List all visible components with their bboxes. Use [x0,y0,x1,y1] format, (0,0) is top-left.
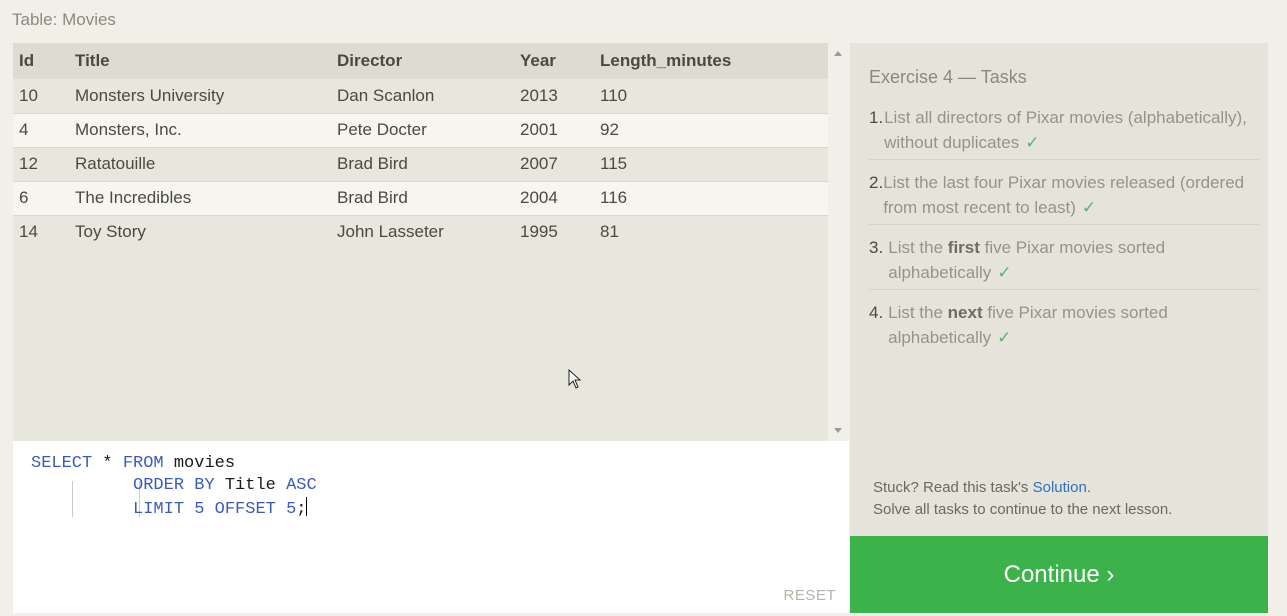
table-row: 14 Toy Story John Lasseter 1995 81 [13,215,828,249]
solve-all-text: Solve all tasks to continue to the next … [873,501,1173,518]
cell-id: 12 [19,154,38,173]
tasks-panel: Exercise 4 — Tasks 1. List all directors… [850,43,1268,536]
cell-id: 14 [19,222,38,242]
text-caret [306,497,308,516]
cell-id: 6 [19,188,29,207]
task-item: 4. List the next five Pixar movies sorte… [869,298,1259,354]
code-line-3: LIMIT 5 OFFSET 5; [31,497,317,521]
scroll-up-arrow-icon[interactable] [834,51,842,56]
cell-title: Monsters University [75,85,225,105]
results-panel: Id Title Director Year Length_minutes 10… [13,43,828,441]
solution-link[interactable]: Solution [1033,479,1087,496]
column-header-length: Length_minutes [600,51,732,70]
cell-length: 92 [600,120,619,139]
task-number: 2. [869,173,884,192]
cell-director: Brad Bird [337,188,408,207]
checkmark-icon: ✓ [1081,198,1097,217]
scroll-down-arrow-icon[interactable] [834,428,842,433]
task-item: 2. List the last four Pixar movies relea… [869,168,1259,225]
cell-director: John Lasseter [337,222,444,242]
column-header-id: Id [19,51,35,70]
checkmark-icon: ✓ [997,328,1012,347]
task-item: 1. List all directors of Pixar movies (a… [869,103,1259,160]
cell-director: Pete Docter [337,120,427,139]
cell-length: 110 [600,85,628,105]
task-number: 3. [869,238,884,257]
task-list: 1. List all directors of Pixar movies (a… [869,103,1259,362]
continue-button[interactable]: Continue › [850,536,1268,613]
tasks-title: Exercise 4 — Tasks [869,67,1027,87]
reset-button[interactable]: RESET [783,587,836,604]
cell-length: 116 [600,188,628,207]
arrow-cursor-icon [568,369,582,389]
cell-id: 4 [19,120,29,139]
column-header-title: Title [75,51,110,70]
cell-id: 10 [19,85,38,105]
results-scrollbar[interactable] [828,43,849,441]
cell-year: 2013 [520,85,558,105]
table-row: 4 Monsters, Inc. Pete Docter 2001 92 [13,113,828,147]
cell-title: Monsters, Inc. [75,120,182,139]
cell-director: Brad Bird [337,154,408,173]
cell-year: 2001 [520,120,558,139]
cell-title: The Incredibles [75,188,192,207]
task-text: List the last four Pixar movies released… [883,173,1245,217]
task-text: List the first five Pixar movies sorted … [888,238,1166,282]
table-caption: Table: Movies [12,10,116,29]
task-number: 4. [869,303,884,322]
code-line-2: ORDER BY Title ASC [133,476,317,495]
cell-year: 1995 [520,222,558,242]
table-row: 10 Monsters University Dan Scanlon 2013 … [13,79,828,113]
code-line-1: SELECT * FROM movies [31,454,236,473]
table-row: 6 The Incredibles Brad Bird 2004 116 [13,181,828,215]
cell-title: Ratatouille [75,154,156,173]
checkmark-icon: ✓ [1025,133,1040,152]
cell-length: 115 [600,154,628,173]
task-item: 3. List the first five Pixar movies sort… [869,233,1259,290]
results-table: Id Title Director Year Length_minutes 10… [13,43,828,249]
cell-director: Dan Scanlon [337,85,435,105]
cell-length: 81 [600,222,619,242]
cell-year: 2004 [520,188,558,207]
sql-editor[interactable]: SELECT * FROM movies ORDER BY Title ASC … [13,441,849,613]
task-text: List the next five Pixar movies sorted a… [888,303,1168,347]
task-text: List all directors of Pixar movies (alph… [884,108,1247,152]
table-row: 12 Ratatouille Brad Bird 2007 115 [13,147,828,181]
table-header-row: Id Title Director Year Length_minutes [13,43,828,79]
cell-title: Toy Story [75,222,146,242]
sql-code[interactable]: SELECT * FROM movies ORDER BY Title ASC … [31,453,317,521]
column-header-director: Director [337,51,403,70]
help-text: Stuck? Read this task's Solution. Solve … [873,477,1172,521]
task-number: 1. [869,108,884,127]
cell-year: 2007 [520,154,558,173]
column-header-year: Year [520,51,556,70]
checkmark-icon: ✓ [997,263,1012,282]
